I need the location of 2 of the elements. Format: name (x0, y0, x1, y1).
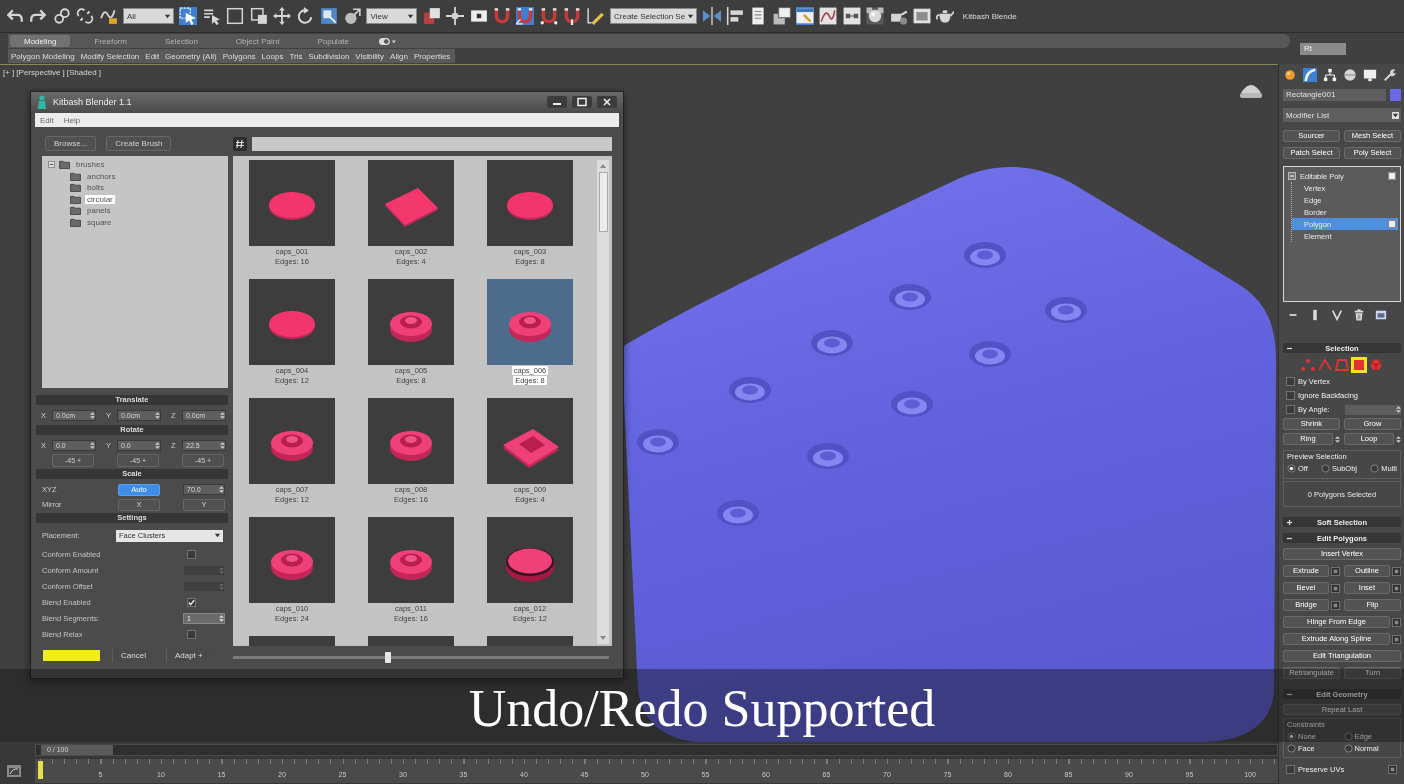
dialog-title: Kitbash Blender 1.1 (53, 97, 132, 107)
caption-text: Undo/Redo Supported (468, 679, 936, 738)
